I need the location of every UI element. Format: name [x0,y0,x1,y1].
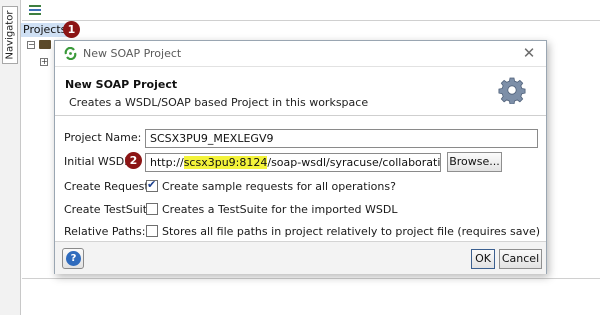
browse-button[interactable]: Browse... [447,152,502,172]
tree-expand-icon[interactable]: + [40,58,48,66]
create-requests-label: Create Requests: [64,180,159,193]
create-testsuite-checkbox[interactable] [146,203,158,215]
wsdl-path: /soap-wsdl/syracuse/collaboration/syracu [267,156,441,169]
tree-bottom-divider [22,278,600,279]
ok-button[interactable]: OK [471,249,495,269]
folder-icon [39,40,51,49]
tree-root-projects[interactable]: Projects [21,23,69,37]
navigator-tab-label: Navigator [4,10,16,60]
navigator-tab[interactable]: Navigator [2,6,18,64]
create-requests-text: Create sample requests for all operation… [162,180,396,193]
dialog-titlebar[interactable]: New SOAP Project ✕ [55,41,546,67]
close-icon[interactable]: ✕ [520,44,538,62]
dialog-title: New SOAP Project [83,47,182,60]
tree-collapse-icon[interactable]: − [27,41,35,49]
tree-view-icon[interactable] [29,5,41,16]
project-name-input[interactable]: SCSX3PU9_MEXLEGV9 [145,129,538,148]
dialog-header: New SOAP Project Creates a WSDL/SOAP bas… [55,68,546,116]
relative-paths-text: Stores all file paths in project relativ… [162,225,541,238]
dialog-form: Project Name: SCSX3PU9_MEXLEGV9 Initial … [55,117,546,241]
initial-wsdl-label: Initial WSDL: [64,155,135,168]
gear-icon [498,77,526,104]
relative-paths-checkbox[interactable] [146,225,158,237]
project-name-label: Project Name: [64,131,142,144]
help-button[interactable]: ? [62,248,84,269]
wsdl-host-highlight: scsx3pu9:8124 [183,156,268,169]
create-requests-checkbox[interactable] [146,178,158,192]
navigator-panel: Navigator [0,0,21,315]
relative-paths-label: Relative Paths: [64,225,146,238]
tree-header-divider [22,20,600,21]
dialog-footer: ? OK Cancel [55,241,546,274]
help-icon: ? [66,251,81,266]
soapui-logo-icon [64,47,77,60]
wsdl-prefix: http:// [150,156,184,169]
callout-badge-1: 1 [63,21,80,38]
initial-wsdl-input[interactable]: http://scsx3pu9:8124/soap-wsdl/syracuse/… [145,153,441,172]
callout-badge-2: 2 [125,152,142,169]
dialog-header-description: Creates a WSDL/SOAP based Project in thi… [69,96,369,109]
dialog-header-title: New SOAP Project [65,78,178,91]
create-testsuite-text: Creates a TestSuite for the imported WSD… [162,203,398,216]
create-testsuite-label: Create TestSuite: [64,203,158,216]
cancel-button[interactable]: Cancel [499,249,542,269]
